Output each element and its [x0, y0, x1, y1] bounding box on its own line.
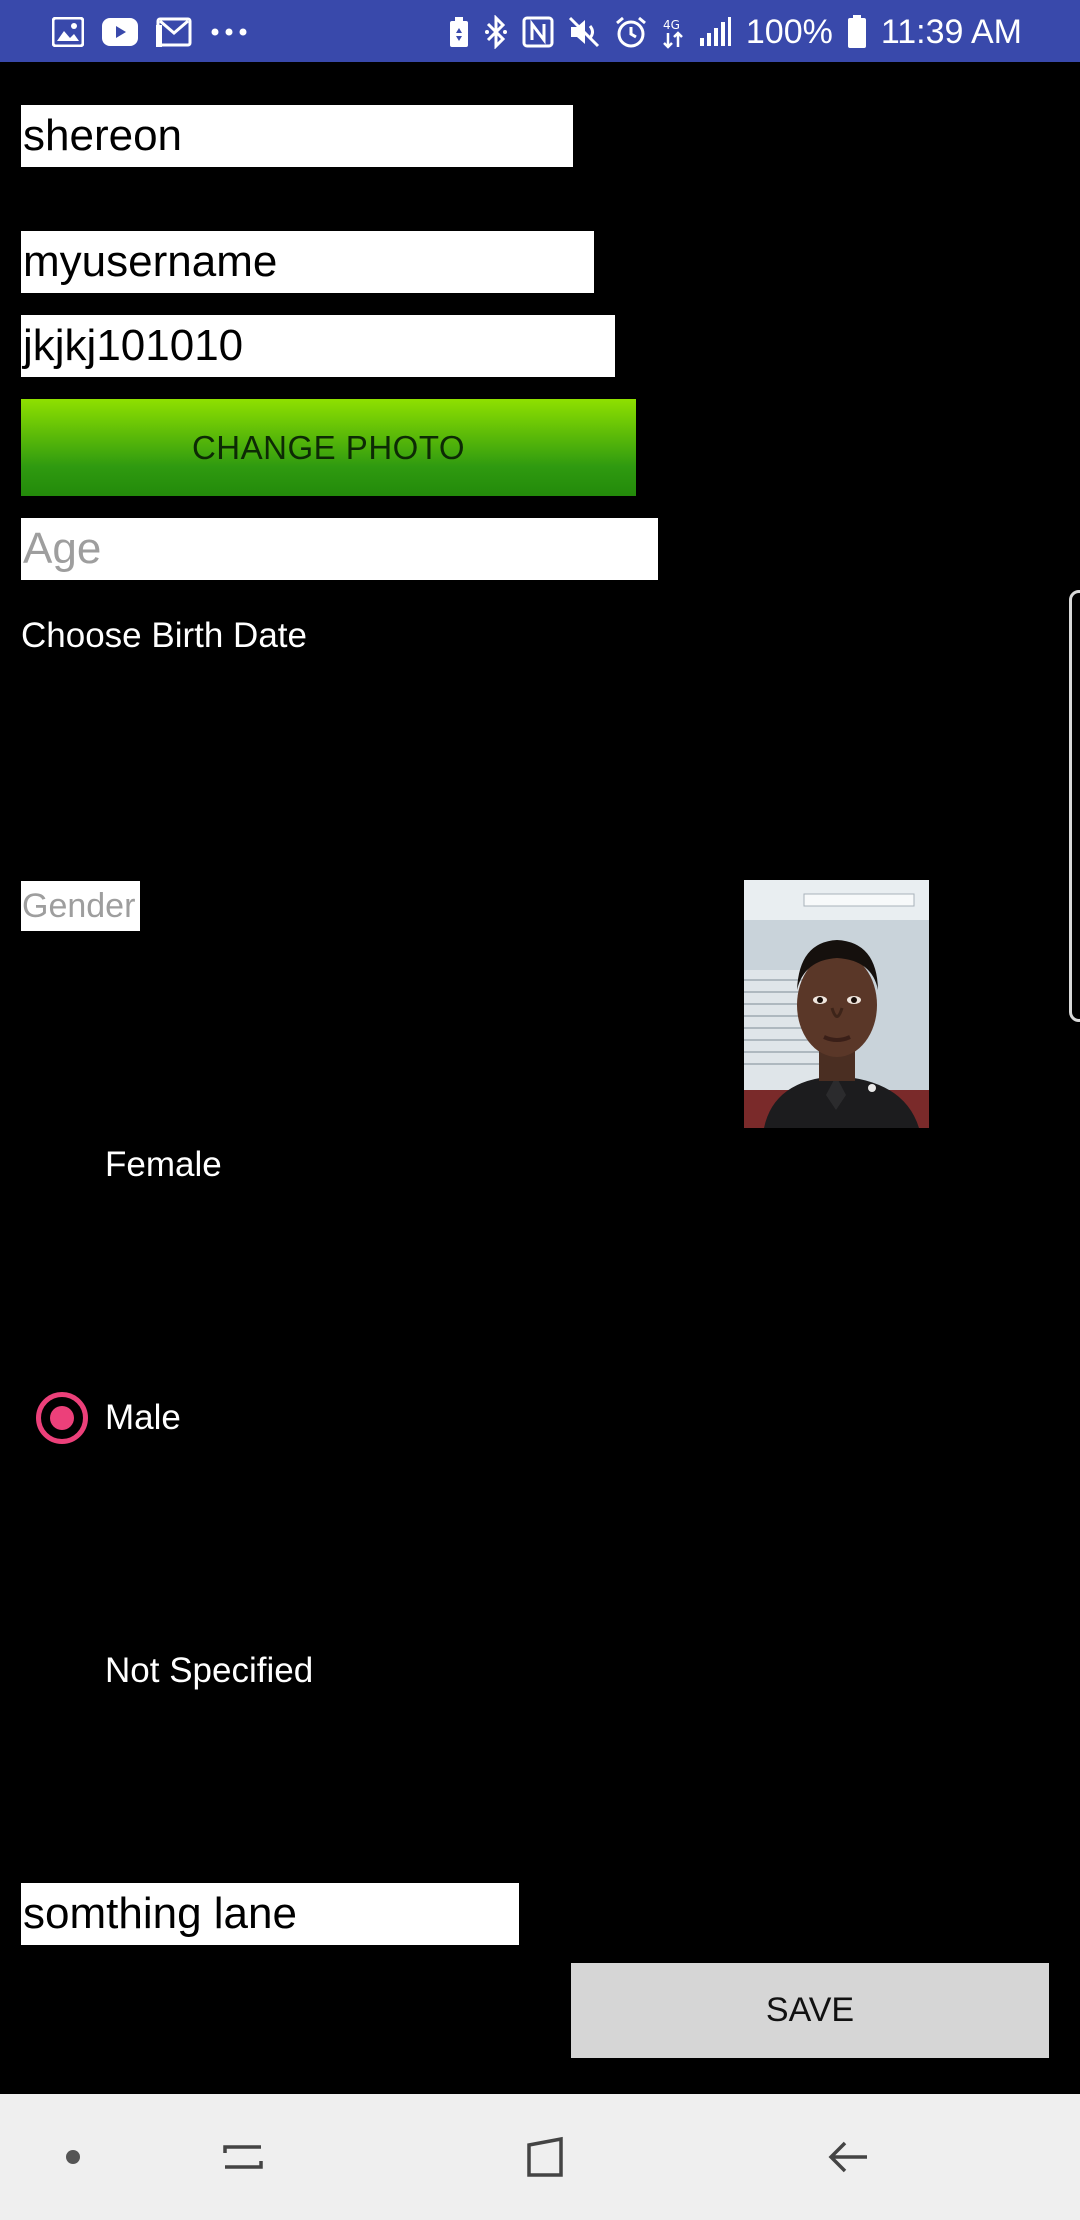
navigation-bar — [0, 2094, 1080, 2220]
data-icon: 4G — [662, 15, 684, 49]
radio-selected-icon[interactable] — [36, 1392, 88, 1444]
home-dot-icon[interactable] — [40, 2124, 106, 2190]
bluetooth-icon — [484, 15, 508, 49]
mute-icon — [568, 16, 600, 48]
gender-option-not-specified[interactable]: Not Specified — [0, 1631, 700, 1711]
recents-icon[interactable] — [210, 2124, 276, 2190]
more-dots-icon — [210, 27, 248, 37]
nfc-icon — [522, 16, 554, 48]
profile-photo — [744, 880, 929, 1128]
clock-time: 11:39 AM — [880, 12, 1022, 51]
battery-saver-icon — [448, 16, 470, 48]
save-button[interactable]: SAVE — [571, 1963, 1049, 2058]
back-icon[interactable] — [815, 2124, 881, 2190]
system-icons: 4G 100% 11:39 AM — [448, 10, 1022, 54]
gender-option-label: Female — [105, 1145, 222, 1184]
battery-icon — [847, 15, 867, 49]
signal-icon — [698, 16, 732, 48]
gender-option-female[interactable]: Female — [0, 1125, 700, 1205]
username-field[interactable]: myusername — [21, 231, 594, 293]
gender-option-male[interactable]: Male — [0, 1378, 700, 1458]
photos-icon — [52, 17, 84, 47]
gender-option-label: Male — [105, 1398, 181, 1437]
status-bar: 4G 100% 11:39 AM — [0, 0, 1080, 62]
battery-percentage: 100% — [745, 12, 833, 51]
notification-icons — [52, 12, 248, 52]
address-field[interactable]: somthing lane — [21, 1883, 519, 1945]
age-field[interactable]: Age — [21, 518, 658, 580]
gender-option-label: Not Specified — [105, 1651, 314, 1690]
edge-panel-handle[interactable] — [1069, 590, 1080, 1022]
gmail-icon — [156, 17, 192, 47]
gender-field[interactable]: Gender — [21, 881, 140, 931]
overview-icon[interactable] — [512, 2124, 578, 2190]
name-field[interactable]: shereon — [21, 105, 573, 167]
svg-text:4G: 4G — [663, 18, 680, 32]
youtube-icon — [102, 18, 138, 46]
alarm-icon — [614, 15, 648, 49]
change-photo-button[interactable]: CHANGE PHOTO — [21, 399, 636, 496]
choose-birth-date-link[interactable]: Choose Birth Date — [21, 616, 307, 656]
password-field[interactable]: jkjkj101010 — [21, 315, 615, 377]
